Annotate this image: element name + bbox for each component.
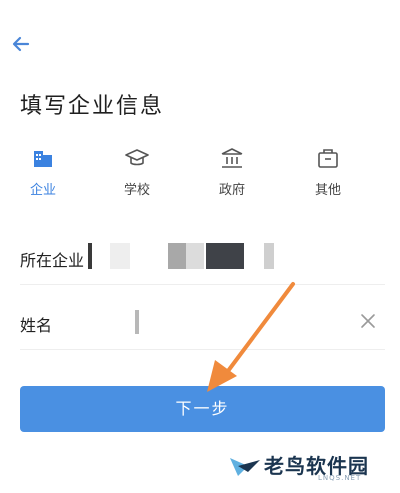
bird-logo-icon	[230, 458, 260, 476]
building-icon	[34, 151, 52, 167]
company-label: 所在企业	[20, 251, 85, 270]
org-type-other[interactable]: 其他	[298, 145, 358, 198]
watermark-domain: LNQS.NET	[318, 474, 362, 482]
org-type-school[interactable]: 学校	[107, 145, 167, 198]
org-type-label: 学校	[123, 183, 150, 198]
org-type-label: 其他	[314, 183, 341, 198]
close-icon	[361, 314, 375, 328]
name-field[interactable]: 姓名	[20, 294, 385, 350]
clear-button[interactable]	[357, 310, 379, 332]
watermark: 老鸟软件园 LNQS.NET	[228, 448, 398, 488]
graduation-cap-icon	[125, 149, 149, 166]
next-button[interactable]: 下一步	[20, 386, 385, 432]
org-type-enterprise[interactable]: 企业	[13, 145, 73, 198]
government-icon	[221, 148, 243, 168]
org-type-government[interactable]: 政府	[202, 145, 262, 198]
name-label: 姓名	[20, 316, 53, 335]
back-button[interactable]	[8, 30, 36, 58]
arrow-left-icon	[12, 36, 30, 52]
org-type-label: 企业	[29, 183, 56, 198]
company-field[interactable]: 所在企业	[20, 229, 385, 285]
org-type-label: 政府	[218, 183, 245, 198]
page-title: 填写企业信息	[20, 94, 165, 119]
briefcase-icon	[318, 149, 338, 168]
org-type-selector: 企业 学校 政府 其他	[0, 145, 400, 205]
